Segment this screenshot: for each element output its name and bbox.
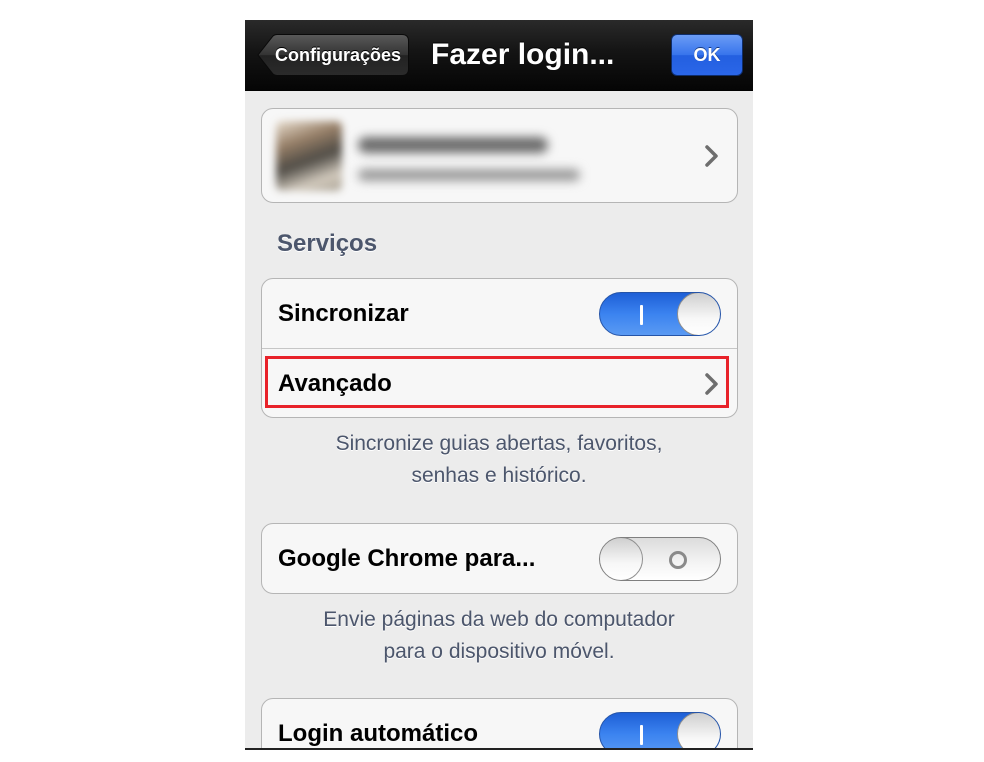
chevron-right-icon	[705, 373, 718, 395]
toggle-on-mark-icon	[640, 305, 643, 325]
services-section-header: Serviços	[277, 230, 378, 257]
ok-button[interactable]: OK	[671, 34, 743, 76]
toggle-knob	[677, 713, 720, 748]
back-button[interactable]: Configurações	[257, 34, 409, 76]
chrome-to-mobile-footer: Envie páginas da web do computador para …	[245, 604, 753, 668]
sync-row: Sincronizar	[262, 279, 737, 349]
advanced-label: Avançado	[278, 370, 392, 397]
chrome-to-mobile-label: Google Chrome para...	[278, 545, 536, 572]
sync-label: Sincronizar	[278, 300, 409, 327]
toggle-on-mark-icon	[640, 725, 643, 745]
auto-login-label: Login automático	[278, 720, 478, 747]
auto-login-row: Login automático	[262, 699, 737, 748]
account-group[interactable]	[261, 108, 738, 203]
account-name-redacted	[358, 137, 548, 153]
toggle-off-mark-icon	[669, 551, 687, 569]
account-email-redacted	[358, 169, 580, 181]
page-title: Fazer login...	[431, 38, 615, 71]
sync-toggle[interactable]	[599, 292, 721, 336]
auto-login-toggle[interactable]	[599, 712, 721, 748]
auto-login-group: Login automático	[261, 698, 738, 748]
services-group: Sincronizar Avançado	[261, 278, 738, 418]
services-footer: Sincronize guias abertas, favoritos, sen…	[245, 428, 753, 492]
settings-screen: Configurações Fazer login... OK Serviços…	[245, 20, 753, 750]
chrome-to-mobile-footer-text: Envie páginas da web do computador para …	[323, 608, 675, 663]
navigation-bar: Configurações Fazer login... OK	[245, 20, 753, 91]
chevron-right-icon	[705, 145, 718, 167]
chrome-to-mobile-toggle[interactable]	[599, 537, 721, 581]
account-avatar	[276, 121, 342, 191]
toggle-knob	[600, 538, 643, 580]
toggle-knob	[677, 293, 720, 335]
back-button-label: Configurações	[274, 45, 402, 65]
chrome-to-mobile-row: Google Chrome para...	[262, 524, 737, 594]
advanced-row[interactable]: Avançado	[262, 349, 737, 419]
services-footer-text: Sincronize guias abertas, favoritos, sen…	[335, 432, 663, 487]
chrome-to-mobile-group: Google Chrome para...	[261, 523, 738, 594]
